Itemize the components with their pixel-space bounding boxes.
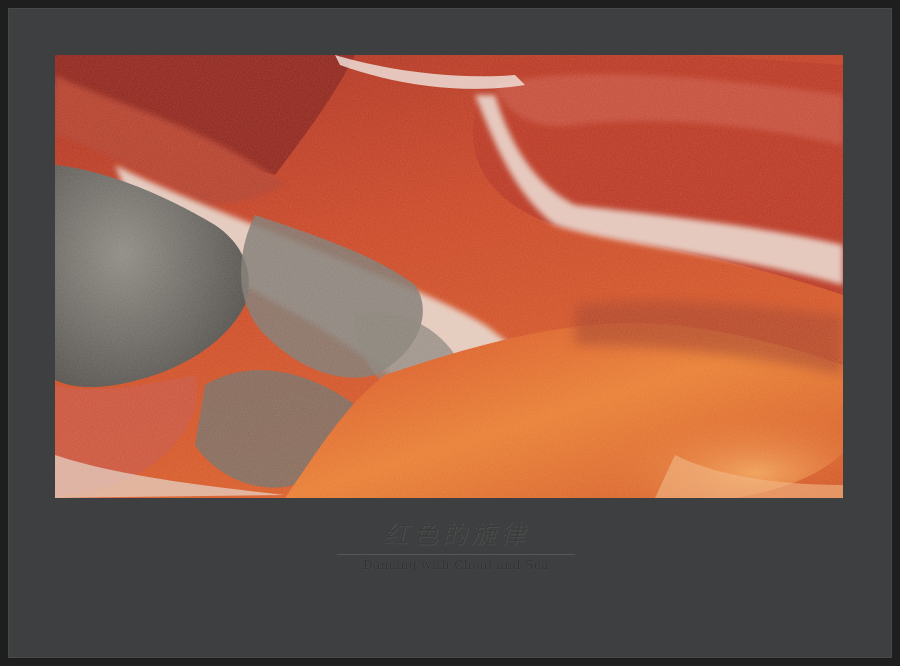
mat-frame: 红色的旋律 Dancing with Cloud and Sea xyxy=(8,8,892,658)
caption-divider xyxy=(337,554,575,555)
english-subtitle: Dancing with Cloud and Sea xyxy=(362,558,550,572)
chinese-title: 红色的旋律 xyxy=(383,520,529,549)
landscape-photo xyxy=(55,55,843,498)
red-rock-image xyxy=(55,55,843,498)
caption-block: 红色的旋律 Dancing with Cloud and Sea xyxy=(336,520,576,573)
